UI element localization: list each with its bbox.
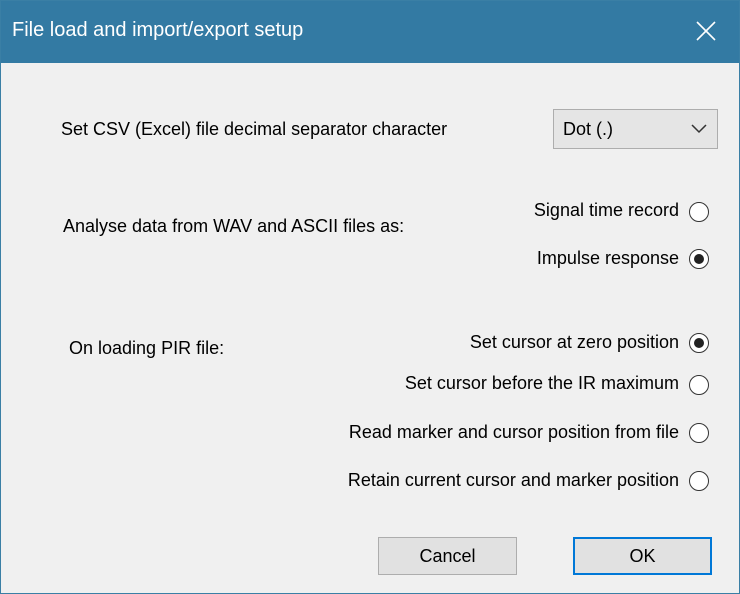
pir-file-label: On loading PIR file: xyxy=(69,338,225,358)
analyse-data-label: Analyse data from WAV and ASCII files as… xyxy=(63,216,405,236)
radio-impulse-response[interactable] xyxy=(689,249,709,269)
decimal-separator-value: Dot (.) xyxy=(563,119,614,139)
radio-signal-time-record[interactable] xyxy=(689,202,709,222)
chevron-down-icon xyxy=(691,124,707,134)
radio-read-from-file[interactable] xyxy=(689,423,709,443)
ok-button[interactable]: OK xyxy=(573,537,712,575)
title-bar: File load and import/export setup xyxy=(1,1,739,63)
radio-retain-current[interactable] xyxy=(689,471,709,491)
close-icon xyxy=(696,21,716,41)
radio-before-ir-maximum[interactable] xyxy=(689,375,709,395)
radio-label-retain-current: Retain current cursor and marker positio… xyxy=(347,470,679,490)
csv-separator-label: Set CSV (Excel) file decimal separator c… xyxy=(61,119,448,139)
radio-label-signal-time-record: Signal time record xyxy=(533,200,679,220)
cancel-button[interactable]: Cancel xyxy=(378,537,517,575)
decimal-separator-select[interactable]: Dot (.) xyxy=(553,109,718,149)
radio-label-read-from-file: Read marker and cursor position from fil… xyxy=(348,422,679,442)
radio-zero-position[interactable] xyxy=(689,333,709,353)
close-button[interactable] xyxy=(675,1,739,63)
radio-label-before-ir-maximum: Set cursor before the IR maximum xyxy=(404,373,679,393)
radio-label-zero-position: Set cursor at zero position xyxy=(469,332,679,352)
file-load-setup-dialog: File load and import/export setup Set CS… xyxy=(0,0,740,594)
window-title: File load and import/export setup xyxy=(12,19,304,41)
radio-label-impulse-response: Impulse response xyxy=(536,248,679,268)
